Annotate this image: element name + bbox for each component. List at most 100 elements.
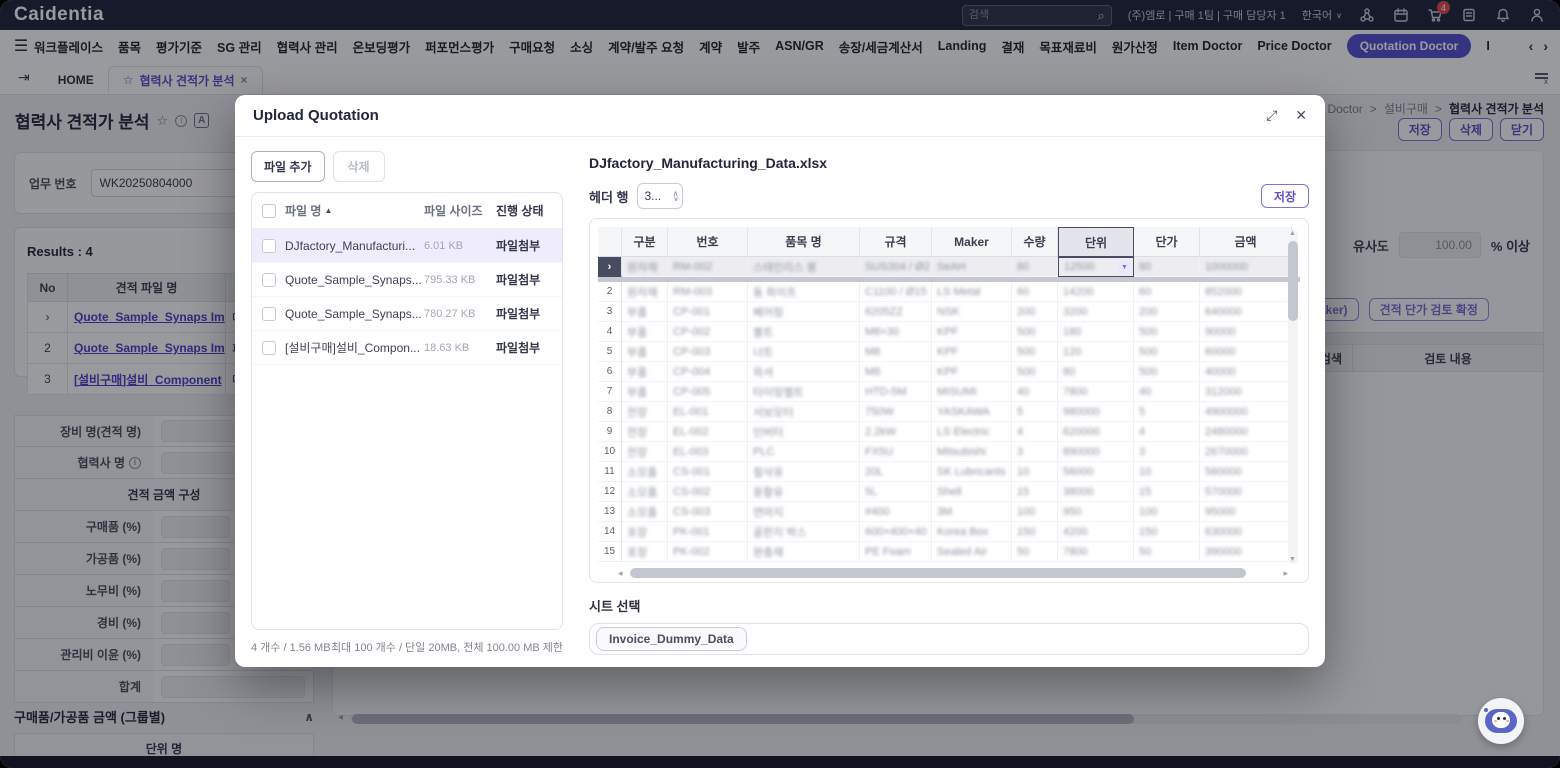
grid-cell[interactable]: MISUMI (932, 382, 1012, 402)
grid-cell[interactable]: 원자재 (622, 282, 668, 302)
scroll-left-icon[interactable]: ◂ (618, 568, 623, 579)
grid-cell[interactable]: YASKAWA (932, 402, 1012, 422)
grid-cell[interactable]: 5 (1134, 402, 1200, 422)
grid-row[interactable]: 10전장EL-003PLCFX5UMitsubishi3890000326700… (598, 442, 1300, 462)
grid-cell[interactable]: 연마지 (748, 502, 860, 522)
grid-row[interactable]: 6부품CP-004와셔M8KPF5008050040000 (598, 362, 1300, 382)
grid-cell[interactable]: CS-002 (668, 482, 748, 502)
grid-cell[interactable]: 볼트 (748, 322, 860, 342)
close-icon[interactable]: ✕ (1295, 107, 1307, 124)
grid-cell[interactable]: 500 (1012, 322, 1058, 342)
grid-cell[interactable]: CP-003 (668, 342, 748, 362)
grid-cell[interactable]: 4900000 (1200, 402, 1292, 422)
grid-cell[interactable]: 10 (1134, 462, 1200, 482)
grid-row-number[interactable]: 9 (598, 422, 622, 442)
grid-row[interactable]: 2원자재RM-003동 파이프C1100 / Ø15LS Metal601420… (598, 282, 1300, 302)
grid-cell[interactable]: 5L (860, 482, 932, 502)
header-row-spinner[interactable]: 3... ∧∧ (637, 183, 683, 209)
grid-cell[interactable]: 부품 (622, 362, 668, 382)
grid-cell[interactable]: 부품 (622, 322, 668, 342)
grid-column-header[interactable]: 구분 (622, 227, 668, 257)
grid-column-header[interactable]: 단위 (1058, 227, 1134, 257)
grid-row-number[interactable]: 2 (598, 282, 622, 302)
grid-cell[interactable]: 10 (1012, 462, 1058, 482)
grid-cell[interactable]: 80 (1058, 362, 1134, 382)
grid-cell[interactable]: 852000 (1200, 282, 1292, 302)
file-checkbox[interactable] (262, 341, 276, 355)
grid-cell[interactable]: FX5U (860, 442, 932, 462)
grid-cell[interactable]: PLC (748, 442, 860, 462)
file-row[interactable]: DJfactory_Manufacturi... 6.01 KB 파일첨부 (252, 229, 562, 263)
grid-cell[interactable]: 950 (1058, 502, 1134, 522)
grid-cell[interactable]: 골판지 박스 (748, 522, 860, 542)
grid-cell[interactable]: 4200 (1058, 522, 1134, 542)
grid-row-number[interactable]: 6 (598, 362, 622, 382)
grid-cell[interactable]: CP-002 (668, 322, 748, 342)
grid-cell[interactable]: LS Metal (932, 282, 1012, 302)
grid-column-header[interactable]: 규격 (860, 227, 932, 257)
grid-cell[interactable]: 윤활유 (748, 482, 860, 502)
scroll-up-icon[interactable]: ▲ (1289, 230, 1296, 237)
grid-cell[interactable]: 소모품 (622, 462, 668, 482)
grid-cell[interactable]: 포장 (622, 522, 668, 542)
grid-row[interactable]: 4부품CP-002볼트M8×30KPF50018050090000 (598, 322, 1300, 342)
grid-row[interactable]: 3부품CP-001베어링6205ZZNSK2003200200640000 (598, 302, 1300, 322)
scroll-down-icon[interactable]: ▼ (1289, 556, 1296, 563)
select-all-checkbox[interactable] (262, 204, 276, 218)
grid-cell[interactable]: CS-001 (668, 462, 748, 482)
grid-cell[interactable]: KPF (932, 362, 1012, 382)
grid-horizontal-scrollbar[interactable]: ◂ ▸ (622, 568, 1284, 578)
grid-cell[interactable]: Mitsubishi (932, 442, 1012, 462)
sheet-chip[interactable]: Invoice_Dummy_Data (596, 627, 747, 651)
grid-cell[interactable]: 부품 (622, 302, 668, 322)
grid-row[interactable]: 8전장EL-001서보모터750WYASKAWA598000054900000 (598, 402, 1300, 422)
grid-cell[interactable]: 와셔 (748, 362, 860, 382)
grid-cell[interactable]: 너트 (748, 342, 860, 362)
grid-cell[interactable]: 80 (1134, 257, 1200, 277)
grid-cell[interactable]: 3 (1012, 442, 1058, 462)
grid-cell[interactable]: Korea Box (932, 522, 1012, 542)
grid-cell[interactable]: 90000 (1200, 322, 1292, 342)
grid-row-number[interactable]: 14 (598, 522, 622, 542)
grid-cell[interactable]: 56000 (1058, 462, 1134, 482)
grid-cell[interactable]: M8 (860, 342, 932, 362)
grid-cell[interactable]: 15 (1012, 482, 1058, 502)
file-checkbox[interactable] (262, 273, 276, 287)
grid-column-header[interactable]: Maker (932, 227, 1012, 257)
grid-cell[interactable]: 890000 (1058, 442, 1134, 462)
grid-row[interactable]: 13소모품CS-003연마지#4003M10095010095000 (598, 502, 1300, 522)
grid-cell[interactable]: 부품 (622, 342, 668, 362)
grid-column-header[interactable]: 단가 (1134, 227, 1200, 257)
grid-cell[interactable]: 200 (1134, 302, 1200, 322)
grid-cell[interactable]: 390000 (1200, 542, 1292, 562)
expand-icon[interactable]: ⤢ (1266, 107, 1277, 124)
grid-row[interactable]: 11소모품CS-001절삭유20LSK Lubricants1056000105… (598, 462, 1300, 482)
grid-row-number[interactable]: 7 (598, 382, 622, 402)
grid-cell[interactable]: 완충재 (748, 542, 860, 562)
grid-cell[interactable]: CP-001 (668, 302, 748, 322)
grid-row[interactable]: 12소모품CS-002윤활유5LShell153800015570000 (598, 482, 1300, 502)
grid-cell[interactable]: 20L (860, 462, 932, 482)
chatbot-fab[interactable] (1478, 698, 1524, 744)
grid-cell[interactable]: 312000 (1200, 382, 1292, 402)
grid-cell[interactable]: 동 파이프 (748, 282, 860, 302)
grid-cell[interactable]: 4 (1012, 422, 1058, 442)
grid-cell[interactable]: 원자재 (622, 257, 668, 277)
grid-cell[interactable]: 7800 (1058, 382, 1134, 402)
grid-cell[interactable]: PE Foam (860, 542, 932, 562)
grid-cell[interactable]: M8 (860, 362, 932, 382)
grid-cell[interactable]: 100 (1134, 502, 1200, 522)
grid-cell[interactable]: 120 (1058, 342, 1134, 362)
scrollbar-thumb[interactable] (630, 568, 1246, 578)
grid-row-number[interactable]: 11 (598, 462, 622, 482)
grid-cell[interactable]: 5 (1012, 402, 1058, 422)
grid-cell[interactable]: 전장 (622, 442, 668, 462)
grid-cell[interactable]: 60 (1012, 282, 1058, 302)
grid-cell[interactable]: 베어링 (748, 302, 860, 322)
grid-cell[interactable]: 40000 (1200, 362, 1292, 382)
grid-cell[interactable]: EL-002 (668, 422, 748, 442)
grid-cell[interactable]: M8×30 (860, 322, 932, 342)
grid-cell[interactable]: EL-003 (668, 442, 748, 462)
grid-cell[interactable]: Sealed Air (932, 542, 1012, 562)
grid-cell[interactable]: 100 (1012, 502, 1058, 522)
